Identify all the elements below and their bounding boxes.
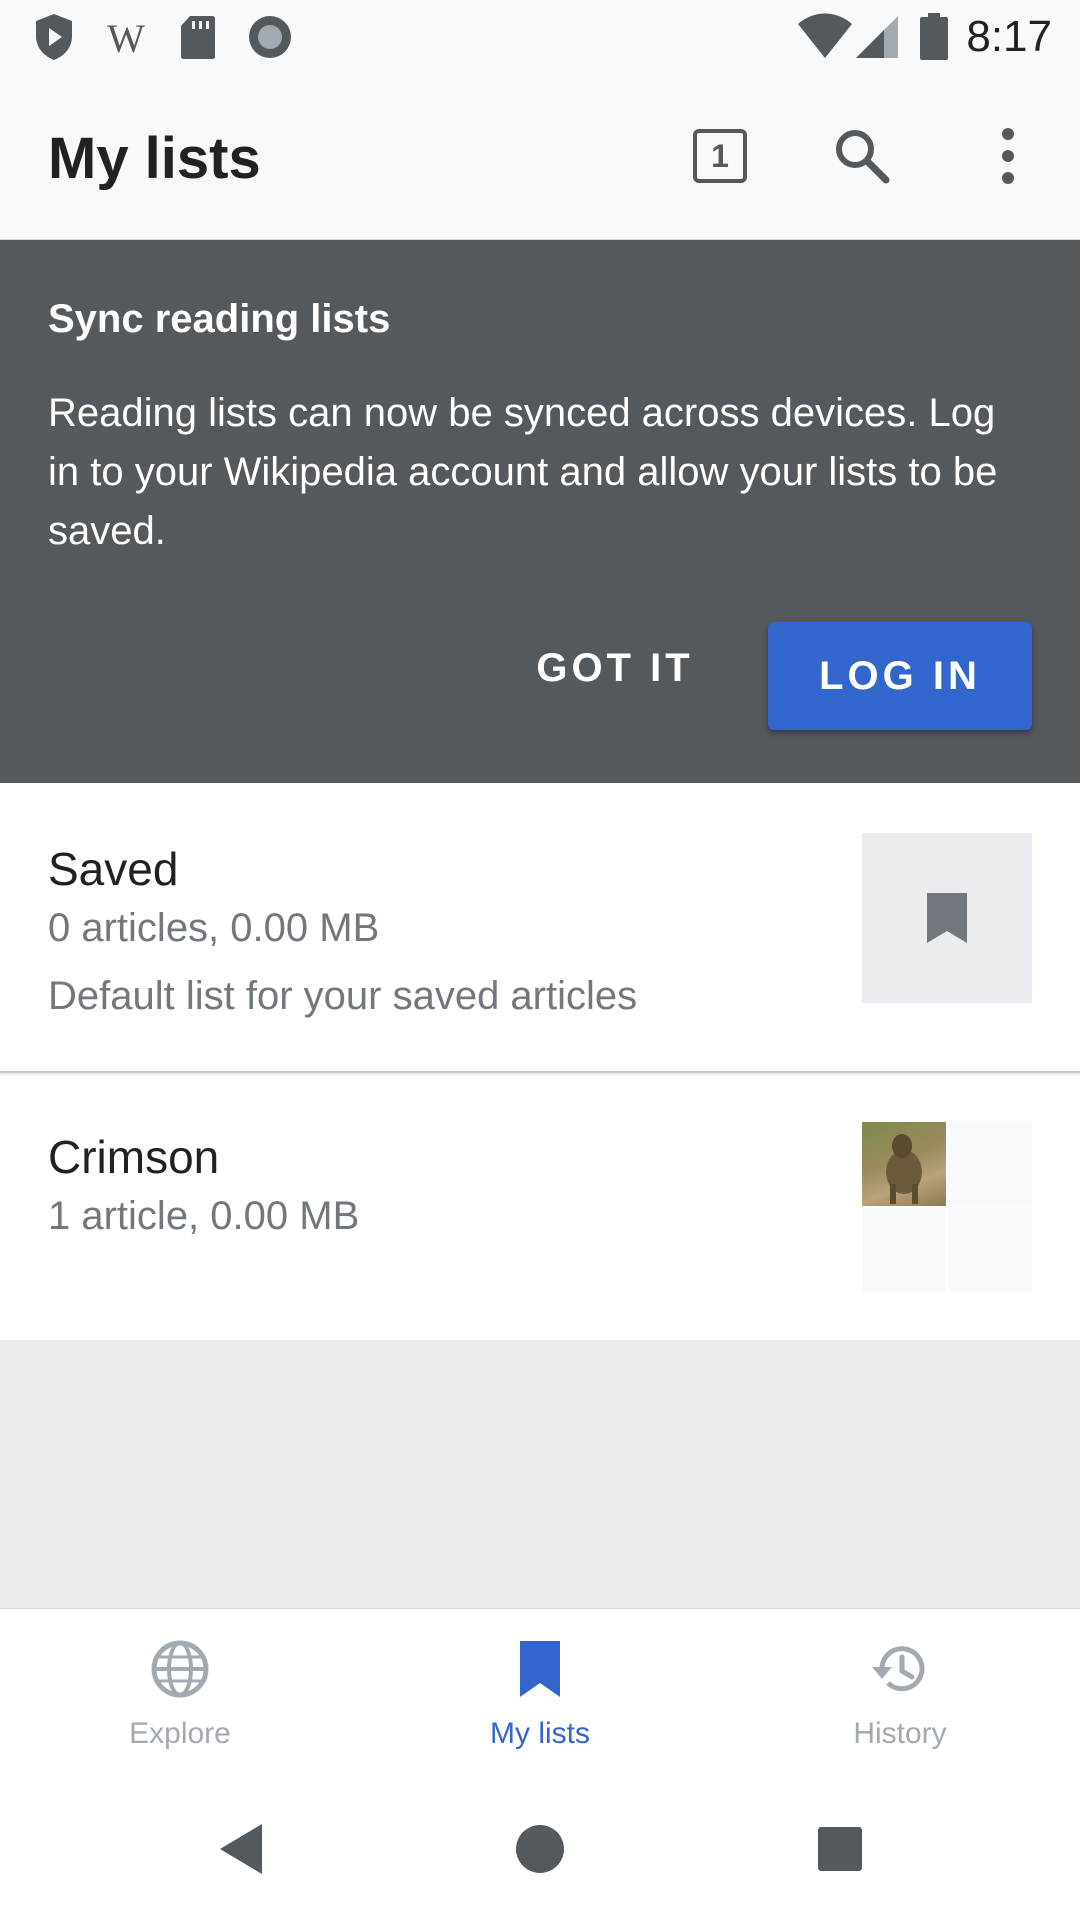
cell-signal-icon [856,16,898,58]
bookmark-icon [520,1641,560,1697]
sync-card-title: Sync reading lists [48,297,391,341]
recents-icon[interactable] [816,1822,864,1876]
nav-label: Explore [129,1717,231,1750]
home-icon[interactable] [514,1822,566,1876]
thumbnail-placeholder [948,1208,1032,1292]
circle-record-icon [249,16,291,58]
play-shield-icon [36,14,72,60]
battery-icon [920,13,948,60]
bookmark-icon [927,893,967,943]
nav-label: My lists [490,1717,590,1750]
back-icon[interactable] [216,1822,266,1876]
app-bar: My lists 1 [0,74,1080,240]
wikipedia-w-icon: W [107,16,145,61]
globe-icon [151,1640,209,1698]
list-description: Default list for your saved articles [48,974,638,1018]
sync-reading-lists-card: Sync reading lists Reading lists can now… [0,240,1080,783]
nav-item-my-lists[interactable]: My lists [360,1609,720,1777]
clock: 8:17 [966,12,1052,61]
list-title: Crimson [48,1131,220,1183]
tabs-button[interactable]: 1 [693,129,747,183]
sync-card-body: Reading lists can now be synced across d… [48,391,998,553]
log-in-button[interactable]: LOG IN [768,622,1032,730]
list-thumbnail-grid [862,1122,1032,1292]
nav-label: History [853,1717,947,1750]
search-icon[interactable] [830,124,894,188]
baboon-photo [862,1122,946,1206]
list-item-saved[interactable]: Saved 0 articles, 0.00 MB Default list f… [0,783,1080,1073]
status-bar: W 8:17 [0,0,1080,74]
got-it-button[interactable]: GOT IT [520,622,710,714]
list-meta: 0 articles, 0.00 MB [48,906,380,950]
system-nav-bar [0,1776,1080,1920]
list-item-crimson[interactable]: Crimson 1 article, 0.00 MB [0,1075,1080,1340]
list-meta: 1 article, 0.00 MB [48,1194,360,1238]
list-title: Saved [48,843,179,895]
list-thumbnail [862,833,1032,1003]
more-vert-icon[interactable] [976,124,1040,188]
page-title: My lists [48,126,261,191]
wifi-icon [798,13,852,58]
sd-card-icon [181,16,215,59]
empty-area [0,1340,1080,1608]
bottom-nav: Explore My lists History [0,1608,1080,1776]
thumbnail-placeholder [948,1122,1032,1206]
svg-text:W: W [107,16,145,61]
nav-item-history[interactable]: History [720,1609,1080,1777]
tabs-count: 1 [711,137,729,174]
thumbnail-placeholder [862,1208,946,1292]
nav-item-explore[interactable]: Explore [0,1609,360,1777]
history-icon [872,1646,925,1692]
